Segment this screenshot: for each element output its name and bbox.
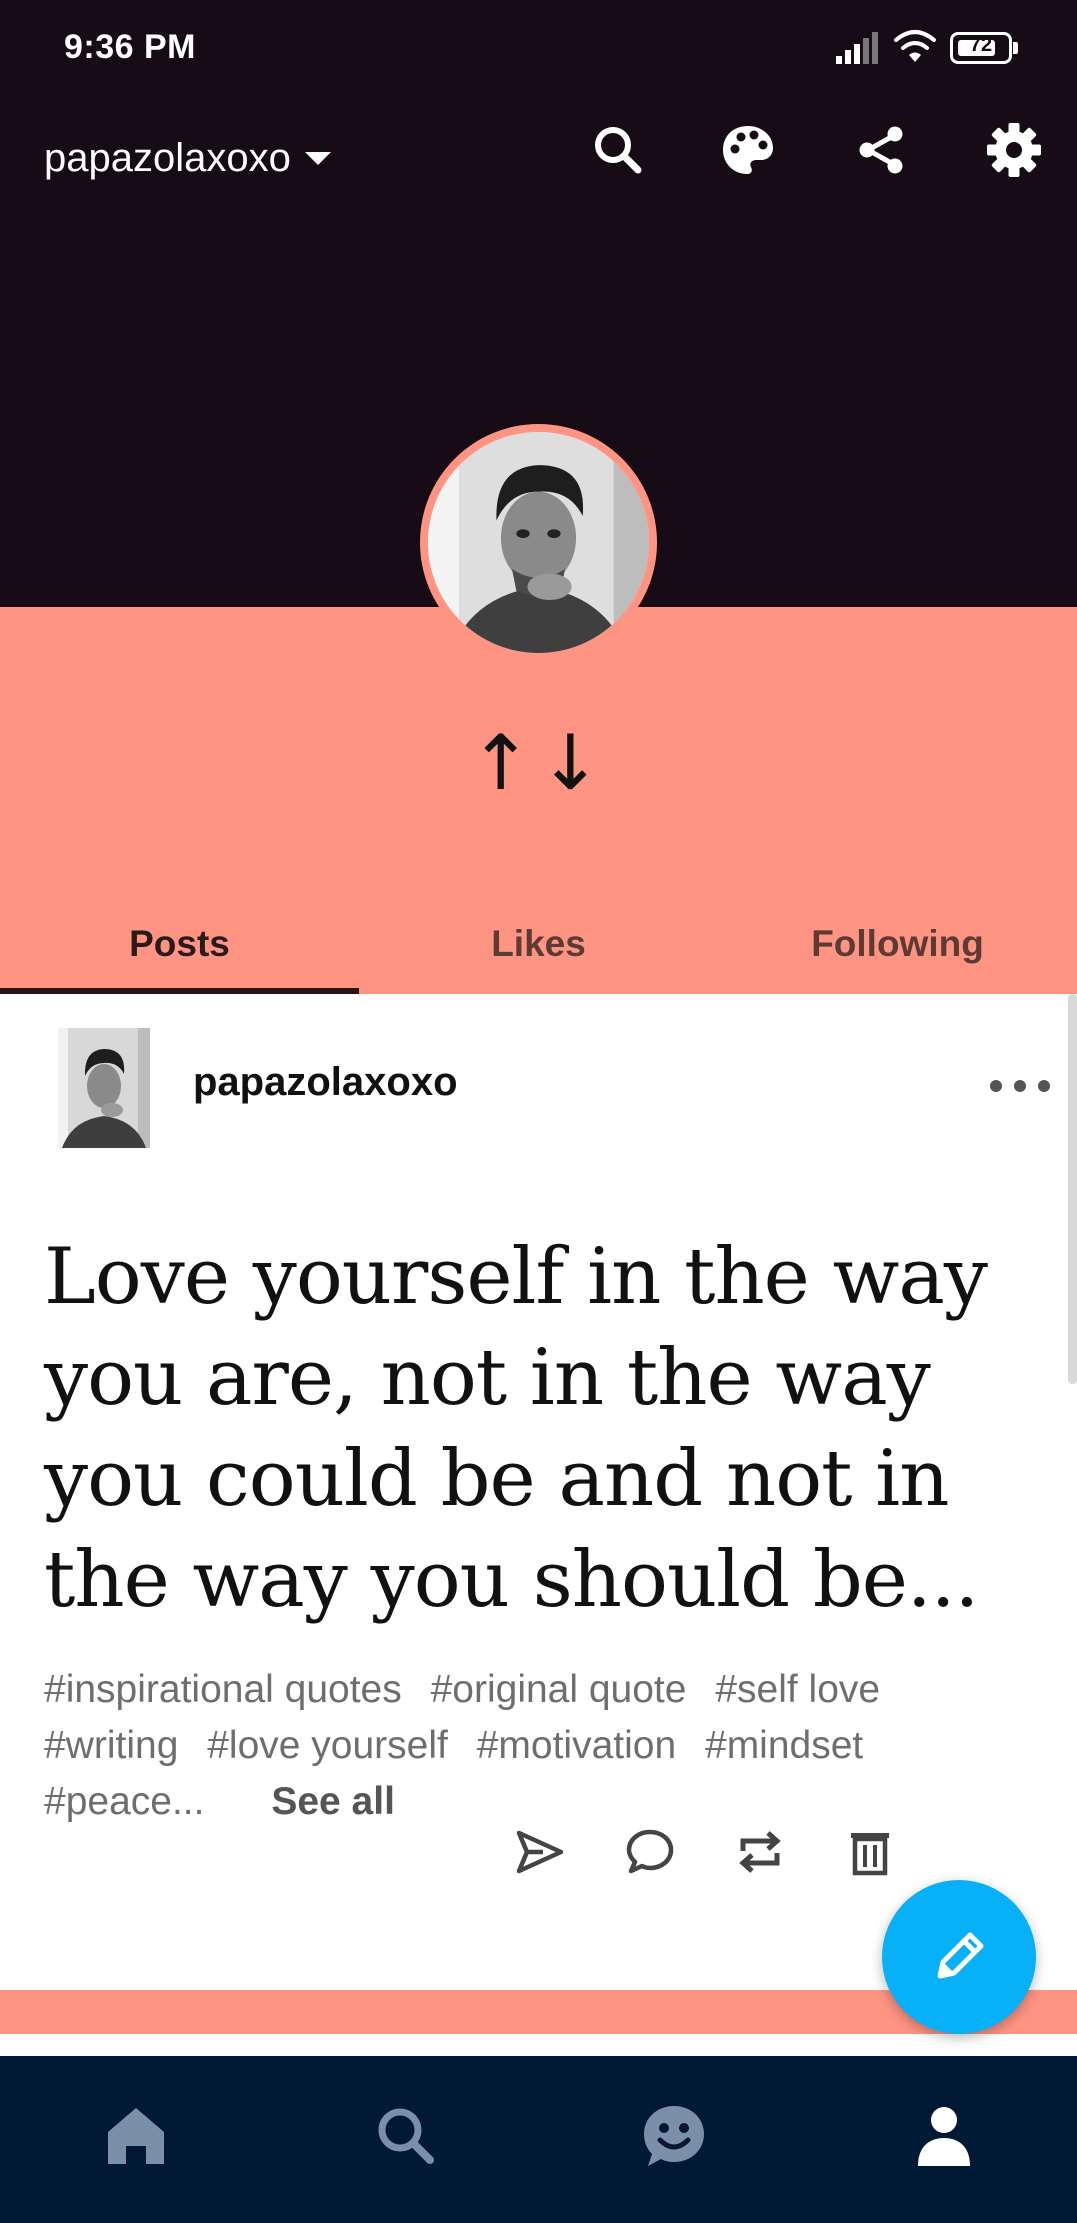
more-options-icon[interactable] [990, 1066, 1050, 1106]
share-icon [859, 126, 903, 174]
tag-item[interactable]: #writing [44, 1724, 178, 1767]
status-time: 9:36 PM [64, 28, 196, 66]
tab-posts[interactable]: Posts [0, 894, 359, 994]
palette-icon [723, 126, 773, 174]
see-all-tags-button[interactable]: See all [271, 1780, 395, 1823]
avatar [428, 432, 649, 653]
home-icon [108, 2108, 164, 2164]
nav-explore[interactable] [366, 2096, 446, 2176]
nav-home[interactable] [96, 2096, 176, 2176]
comment-button[interactable] [618, 1820, 682, 1884]
search-icon [595, 127, 642, 174]
compose-button[interactable] [882, 1880, 1036, 2034]
profile-avatar[interactable] [420, 424, 657, 661]
post-tags: #inspirational quotes #original quote #s… [44, 1662, 1054, 1830]
sort-arrows: ↑↓ [468, 718, 609, 807]
tag-item[interactable]: #inspirational quotes [44, 1668, 402, 1711]
nav-activity[interactable] [634, 2096, 714, 2176]
avatar [58, 1028, 150, 1148]
share-button[interactable] [850, 118, 914, 182]
tag-item[interactable]: #peace... [44, 1780, 204, 1823]
post-card: papazolaxoxo Love yourself in the way yo… [0, 994, 1068, 1990]
tag-item[interactable]: #mindset [705, 1724, 863, 1767]
tag-item[interactable]: #self love [715, 1668, 880, 1711]
palette-button[interactable] [716, 118, 780, 182]
status-bar: 9:36 PM 72 [0, 0, 1077, 95]
reblog-button[interactable] [728, 1820, 792, 1884]
signal-icon [836, 32, 878, 64]
delete-icon [851, 1833, 889, 1876]
delete-button[interactable] [838, 1820, 902, 1884]
tag-item[interactable]: #motivation [477, 1724, 676, 1767]
post-quote: Love yourself in the way you are, not in… [44, 1232, 988, 1625]
send-button[interactable] [508, 1820, 572, 1884]
post-author-name[interactable]: papazolaxoxo [193, 1060, 458, 1105]
reblog-icon [739, 1831, 781, 1873]
account-icon [918, 2107, 970, 2166]
tab-likes[interactable]: Likes [359, 894, 718, 994]
tab-following[interactable]: Following [718, 894, 1077, 994]
battery-icon: 72 [950, 32, 1020, 64]
send-icon [516, 1830, 564, 1874]
activity-icon [644, 2106, 704, 2166]
scrollbar[interactable] [1068, 994, 1077, 1384]
explore-icon [378, 2108, 434, 2164]
battery-level: 72 [969, 34, 993, 56]
settings-button[interactable] [982, 118, 1046, 182]
nav-account[interactable] [904, 2096, 984, 2176]
pencil-icon [937, 1932, 984, 1979]
blog-switcher[interactable]: papazolaxoxo [44, 130, 331, 186]
tag-item[interactable]: #love yourself [207, 1724, 448, 1767]
tag-item[interactable]: #original quote [431, 1668, 687, 1711]
profile-tabs: Posts Likes Following [0, 894, 1077, 994]
chevron-down-icon [304, 151, 331, 165]
blog-name: papazolaxoxo [44, 135, 291, 180]
wifi-icon [894, 30, 936, 62]
bottom-navigation [0, 2056, 1077, 2223]
settings-icon [987, 123, 1041, 177]
search-button[interactable] [586, 118, 650, 182]
post-author-avatar[interactable] [58, 1028, 150, 1148]
comment-icon [626, 1829, 674, 1874]
